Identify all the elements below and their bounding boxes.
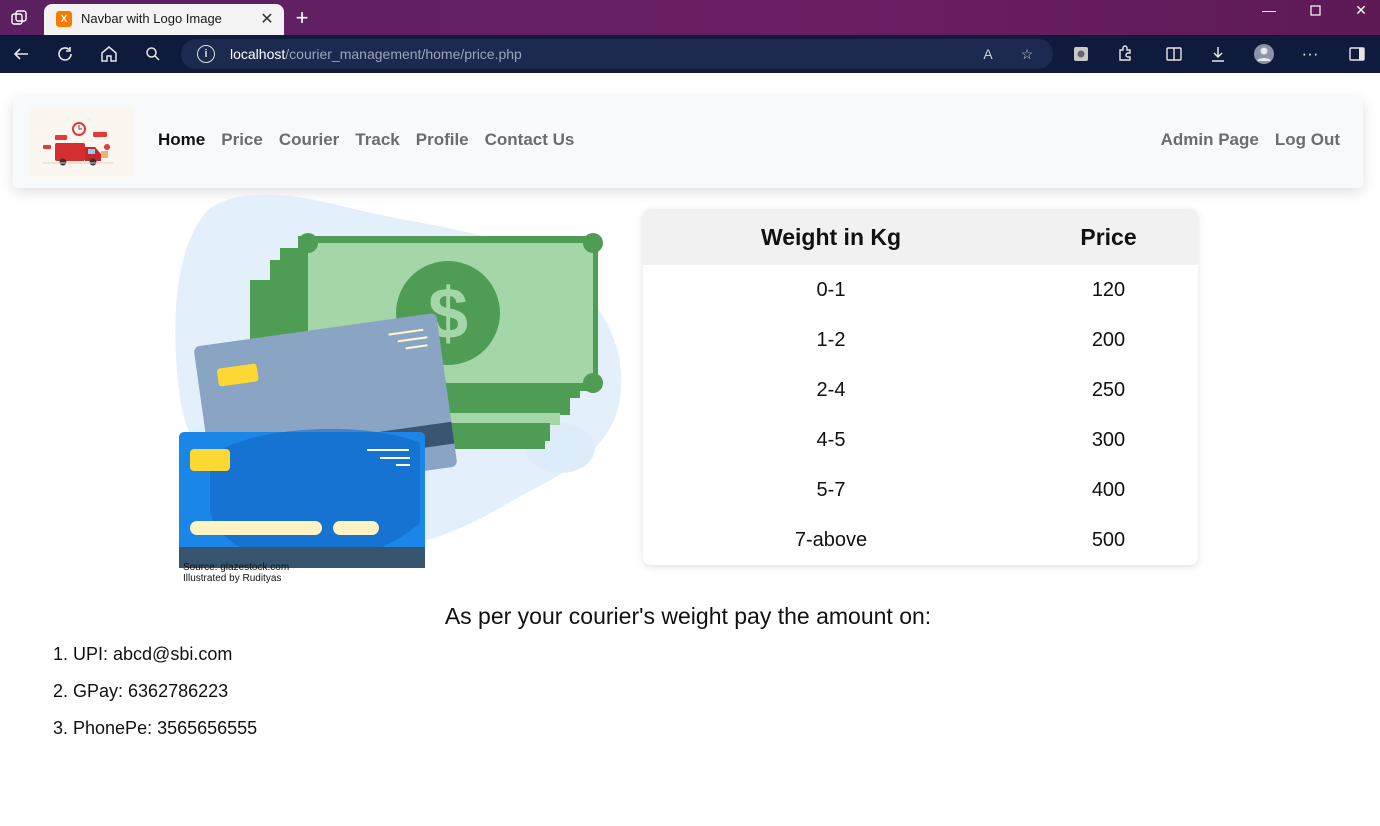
nav-price-link[interactable]: Price bbox=[221, 130, 263, 150]
address-bar[interactable]: i localhost/courier_management/home/pric… bbox=[181, 39, 1053, 69]
nav-right-links: Admin Page Log Out bbox=[1161, 130, 1340, 150]
minimize-icon[interactable]: — bbox=[1246, 0, 1292, 20]
table-row: 0-1 120 bbox=[643, 265, 1198, 315]
url-text[interactable]: localhost/courier_management/home/price.… bbox=[230, 46, 522, 62]
weight-cell: 7-above bbox=[794, 528, 868, 551]
payment-method-phonepe: 3. PhonePe: 3565656555 bbox=[53, 718, 258, 738]
sidebar-toggle-icon[interactable] bbox=[1345, 42, 1369, 66]
xampp-icon: X bbox=[56, 11, 72, 27]
table-row: 5-7 400 bbox=[643, 465, 1198, 515]
profile-avatar-icon[interactable] bbox=[1252, 42, 1276, 66]
payment-methods-list: 1. UPI: abcd@sbi.com 2. GPay: 6362786223… bbox=[53, 644, 257, 755]
table-row: 2-4 250 bbox=[643, 365, 1198, 415]
nav-home-link[interactable]: Home bbox=[158, 130, 205, 150]
price-cell: 500 bbox=[1091, 528, 1126, 551]
close-window-icon[interactable]: ✕ bbox=[1338, 0, 1380, 20]
favorite-star-icon[interactable]: ☆ bbox=[1017, 44, 1037, 64]
price-cell: 120 bbox=[1091, 278, 1126, 301]
table-row: 7-above 500 bbox=[643, 515, 1198, 565]
payment-method-upi: 1. UPI: abcd@sbi.com bbox=[53, 644, 233, 664]
tab-title: Navbar with Logo Image bbox=[81, 11, 222, 26]
weight-cell: 1-2 bbox=[816, 328, 846, 351]
price-cell: 250 bbox=[1091, 378, 1126, 401]
workspaces-icon[interactable] bbox=[8, 7, 30, 29]
nav-courier-link[interactable]: Courier bbox=[279, 130, 339, 150]
weight-cell: 0-1 bbox=[816, 278, 846, 301]
price-cell: 200 bbox=[1091, 328, 1126, 351]
nav-profile-link[interactable]: Profile bbox=[416, 130, 469, 150]
read-aloud-icon[interactable]: A bbox=[978, 44, 998, 64]
courier-logo[interactable] bbox=[29, 107, 134, 177]
price-table-card: Weight in Kg Price 0-1 120 1-2 200 2-4 250 … bbox=[643, 209, 1198, 565]
browser-tab[interactable]: X Navbar with Logo Image ✕ bbox=[44, 4, 284, 35]
nav-track-link[interactable]: Track bbox=[355, 130, 399, 150]
page-content: Home Price Courier Track Profile Contact… bbox=[0, 73, 1380, 826]
url-path: /courier_management/home/price.php bbox=[285, 46, 522, 62]
table-row: 1-2 200 bbox=[643, 315, 1198, 365]
table-row: 4-5 300 bbox=[643, 415, 1198, 465]
downloads-icon[interactable] bbox=[1206, 42, 1230, 66]
nav-contact-link[interactable]: Contact Us bbox=[485, 130, 575, 150]
credit-source: Source: glazestock.com bbox=[183, 562, 290, 573]
more-menu-icon[interactable]: ··· bbox=[1298, 42, 1322, 66]
price-cell: 400 bbox=[1091, 478, 1126, 501]
refresh-icon[interactable] bbox=[53, 42, 77, 66]
table-header-row: Weight in Kg Price bbox=[643, 209, 1198, 265]
extension-app-icon[interactable] bbox=[1069, 42, 1093, 66]
extensions-puzzle-icon[interactable] bbox=[1113, 42, 1137, 66]
payment-heading: As per your courier's weight pay the amo… bbox=[444, 603, 932, 629]
site-info-icon[interactable]: i bbox=[197, 45, 215, 63]
admin-page-link[interactable]: Admin Page bbox=[1161, 130, 1259, 150]
logout-link[interactable]: Log Out bbox=[1275, 130, 1340, 150]
payment-method-gpay: 2. GPay: 6362786223 bbox=[53, 681, 229, 701]
home-icon[interactable] bbox=[97, 42, 121, 66]
site-navbar: Home Price Courier Track Profile Contact… bbox=[13, 97, 1363, 188]
close-tab-icon[interactable]: ✕ bbox=[258, 10, 276, 28]
weight-column-header: Weight in Kg bbox=[643, 209, 1019, 265]
credit-illustrator: Illustrated by Rudityas bbox=[183, 573, 282, 584]
maximize-icon[interactable] bbox=[1292, 0, 1338, 20]
price-table: Weight in Kg Price 0-1 120 1-2 200 2-4 250 … bbox=[643, 209, 1198, 565]
back-icon[interactable] bbox=[9, 42, 33, 66]
illustration-credit: Source: glazestock.com Illustrated by Ru… bbox=[183, 562, 289, 584]
payment-illustration: $ bbox=[170, 188, 630, 587]
price-cell: 300 bbox=[1091, 428, 1126, 451]
search-icon[interactable] bbox=[141, 42, 165, 66]
weight-cell: 5-7 bbox=[816, 478, 846, 501]
browser-tabstrip: X Navbar with Logo Image ✕ + — ✕ bbox=[0, 0, 1380, 35]
split-screen-icon[interactable] bbox=[1162, 42, 1186, 66]
nav-links: Home Price Courier Track Profile Contact… bbox=[158, 130, 574, 150]
new-tab-icon[interactable]: + bbox=[290, 5, 314, 30]
url-host: localhost bbox=[230, 46, 286, 62]
browser-toolbar: i localhost/courier_management/home/pric… bbox=[0, 35, 1380, 73]
weight-cell: 4-5 bbox=[816, 428, 846, 451]
weight-cell: 2-4 bbox=[816, 378, 846, 401]
price-column-header: Price bbox=[1019, 209, 1198, 265]
